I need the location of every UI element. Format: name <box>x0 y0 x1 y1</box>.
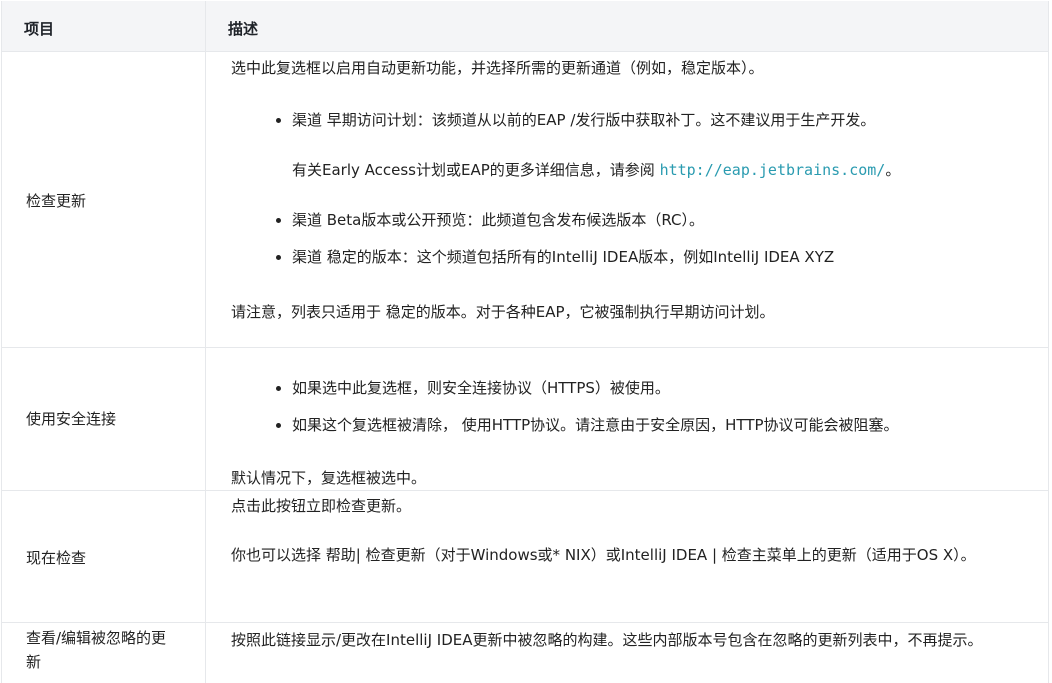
eap-details-text: 有关Early Access计划或EAP的更多详细信息，请参阅 <box>292 161 660 179</box>
bullet-text: 如果选中此复选框，则安全连接协议（HTTPS）被使用。 <box>292 379 670 397</box>
bullet-eap: 渠道 早期访问计划：该频道从以前的EAP /发行版中获取补丁。这不建议用于生产开… <box>276 108 875 132</box>
bullet-text: 渠道 早期访问计划：该频道从以前的EAP /发行版中获取补丁。这不建议用于生产开… <box>292 111 876 129</box>
row-line-1: 点击此按钮立即检查更新。 <box>231 497 412 515</box>
bullet-stable: 渠道 稳定的版本：这个频道包括所有的IntelliJ IDEA版本，例如Inte… <box>276 245 834 269</box>
eap-link[interactable]: http://eap.jetbrains.com/ <box>660 161 886 179</box>
bullet-text: 渠道 稳定的版本：这个频道包括所有的IntelliJ IDEA版本，例如Inte… <box>292 248 835 266</box>
bullet-beta: 渠道 Beta版本或公开预览：此频道包含发布候选版本（RC）。 <box>276 208 704 232</box>
row-line-2: 你也可以选择 帮助| 检查更新（对于Windows或* NIX）或Intelli… <box>231 546 976 564</box>
bullet-text: 渠道 Beta版本或公开预览：此频道包含发布候选版本（RC）。 <box>292 211 705 229</box>
settings-table: 项目 描述 检查更新 选中此复选框以启用自动更新功能，并选择所需的更新通道（例如… <box>1 1 1049 683</box>
bullet-http: 如果这个复选框被清除， 使用HTTP协议。请注意由于安全原因，HTTP协议可能会… <box>276 413 899 437</box>
row-item-label: 检查更新 <box>26 192 87 210</box>
table-header: 项目 描述 <box>2 1 1048 52</box>
row-note: 默认情况下，复选框被选中。 <box>231 469 427 487</box>
bullet-https: 如果选中此复选框，则安全连接协议（HTTPS）被使用。 <box>276 376 670 400</box>
row-intro: 选中此复选框以启用自动更新功能，并选择所需的更新通道（例如，稳定版本）。 <box>231 59 764 77</box>
row-item-label: 查看/编辑被忽略的更新 <box>26 629 167 671</box>
row-item-label: 使用安全连接 <box>26 410 117 428</box>
row-line-1: 按照此链接显示/更改在IntelliJ IDEA更新中被忽略的构建。这些内部版本… <box>231 631 983 649</box>
row-item-label: 现在检查 <box>26 549 87 567</box>
eap-details: 有关Early Access计划或EAP的更多详细信息，请参阅 http://e… <box>292 158 900 182</box>
table-row-secure-connection: 使用安全连接 如果选中此复选框，则安全连接协议（HTTPS）被使用。 如果这个复… <box>2 348 1048 491</box>
row-note: 请注意，列表只适用于 稳定的版本。对于各种EAP，它被强制执行早期访问计划。 <box>231 303 775 321</box>
table-row-check-updates: 检查更新 选中此复选框以启用自动更新功能，并选择所需的更新通道（例如，稳定版本）… <box>2 52 1048 348</box>
eap-details-end: 。 <box>885 161 901 179</box>
table-row-check-now: 现在检查 点击此按钮立即检查更新。 你也可以选择 帮助| 检查更新（对于Wind… <box>2 491 1048 623</box>
bullet-text: 如果这个复选框被清除， 使用HTTP协议。请注意由于安全原因，HTTP协议可能会… <box>292 416 899 434</box>
header-description: 描述 <box>228 20 259 38</box>
header-item: 项目 <box>24 20 55 38</box>
table-row-ignored-updates: 查看/编辑被忽略的更新 按照此链接显示/更改在IntelliJ IDEA更新中被… <box>2 623 1048 683</box>
